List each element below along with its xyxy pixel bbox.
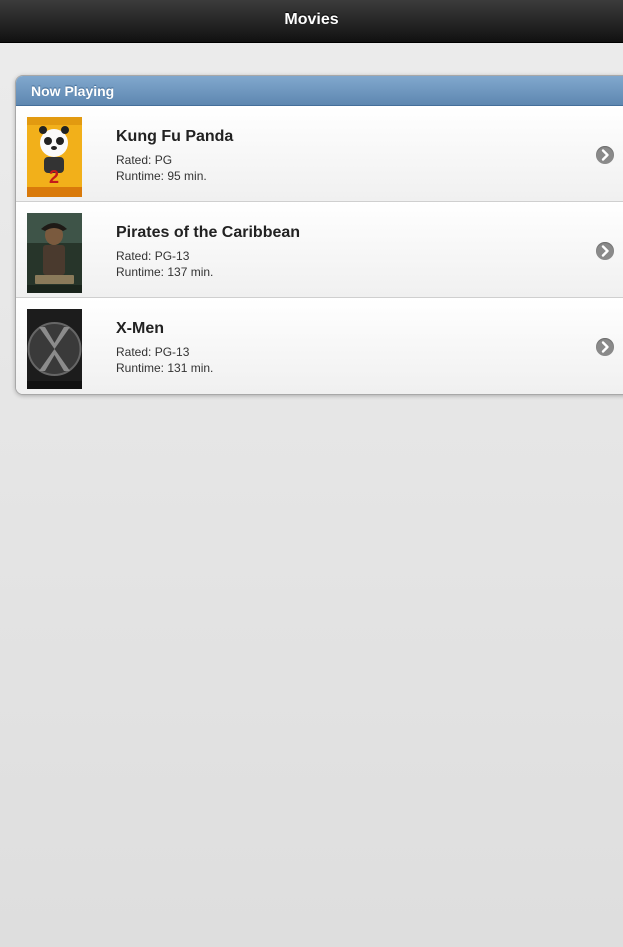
movie-title: Pirates of the Caribbean bbox=[116, 224, 301, 241]
movie-title: X-Men bbox=[116, 320, 164, 337]
movie-rating: Rated: PG bbox=[116, 153, 173, 167]
svg-text:2: 2 bbox=[49, 167, 59, 187]
movie-rating: Rated: PG-13 bbox=[116, 249, 190, 263]
movie-runtime: Runtime: 95 min. bbox=[116, 169, 207, 183]
page-title: Movies bbox=[284, 11, 339, 28]
movie-runtime: Runtime: 137 min. bbox=[116, 265, 214, 279]
chevron-right-icon[interactable] bbox=[596, 338, 614, 356]
pirates-poster bbox=[27, 213, 82, 293]
list-item-x-men[interactable]: X-Men Rated: PG-13 Runtime: 131 min. bbox=[16, 298, 623, 394]
chevron-right-icon[interactable] bbox=[596, 242, 614, 260]
list-item-pirates-of-the-caribbean[interactable]: Pirates of the Caribbean Rated: PG-13 Ru… bbox=[16, 202, 623, 298]
x-men-poster bbox=[27, 309, 82, 389]
list-item-kung-fu-panda[interactable]: 2 Kung Fu Panda Rated: PG Runtime: 95 mi… bbox=[16, 106, 623, 202]
kung-fu-panda-poster: 2 bbox=[27, 117, 82, 197]
movie-rating: Rated: PG-13 bbox=[116, 345, 190, 359]
list-divider-now-playing: Now Playing bbox=[16, 76, 623, 106]
movie-title: Kung Fu Panda bbox=[116, 128, 234, 145]
chevron-right-icon[interactable] bbox=[596, 146, 614, 164]
movie-runtime: Runtime: 131 min. bbox=[116, 361, 214, 375]
app-header: Movies bbox=[0, 0, 623, 43]
movie-list: Now Playing 2 Kung Fu Panda Rated: PG Ru… bbox=[15, 75, 623, 395]
